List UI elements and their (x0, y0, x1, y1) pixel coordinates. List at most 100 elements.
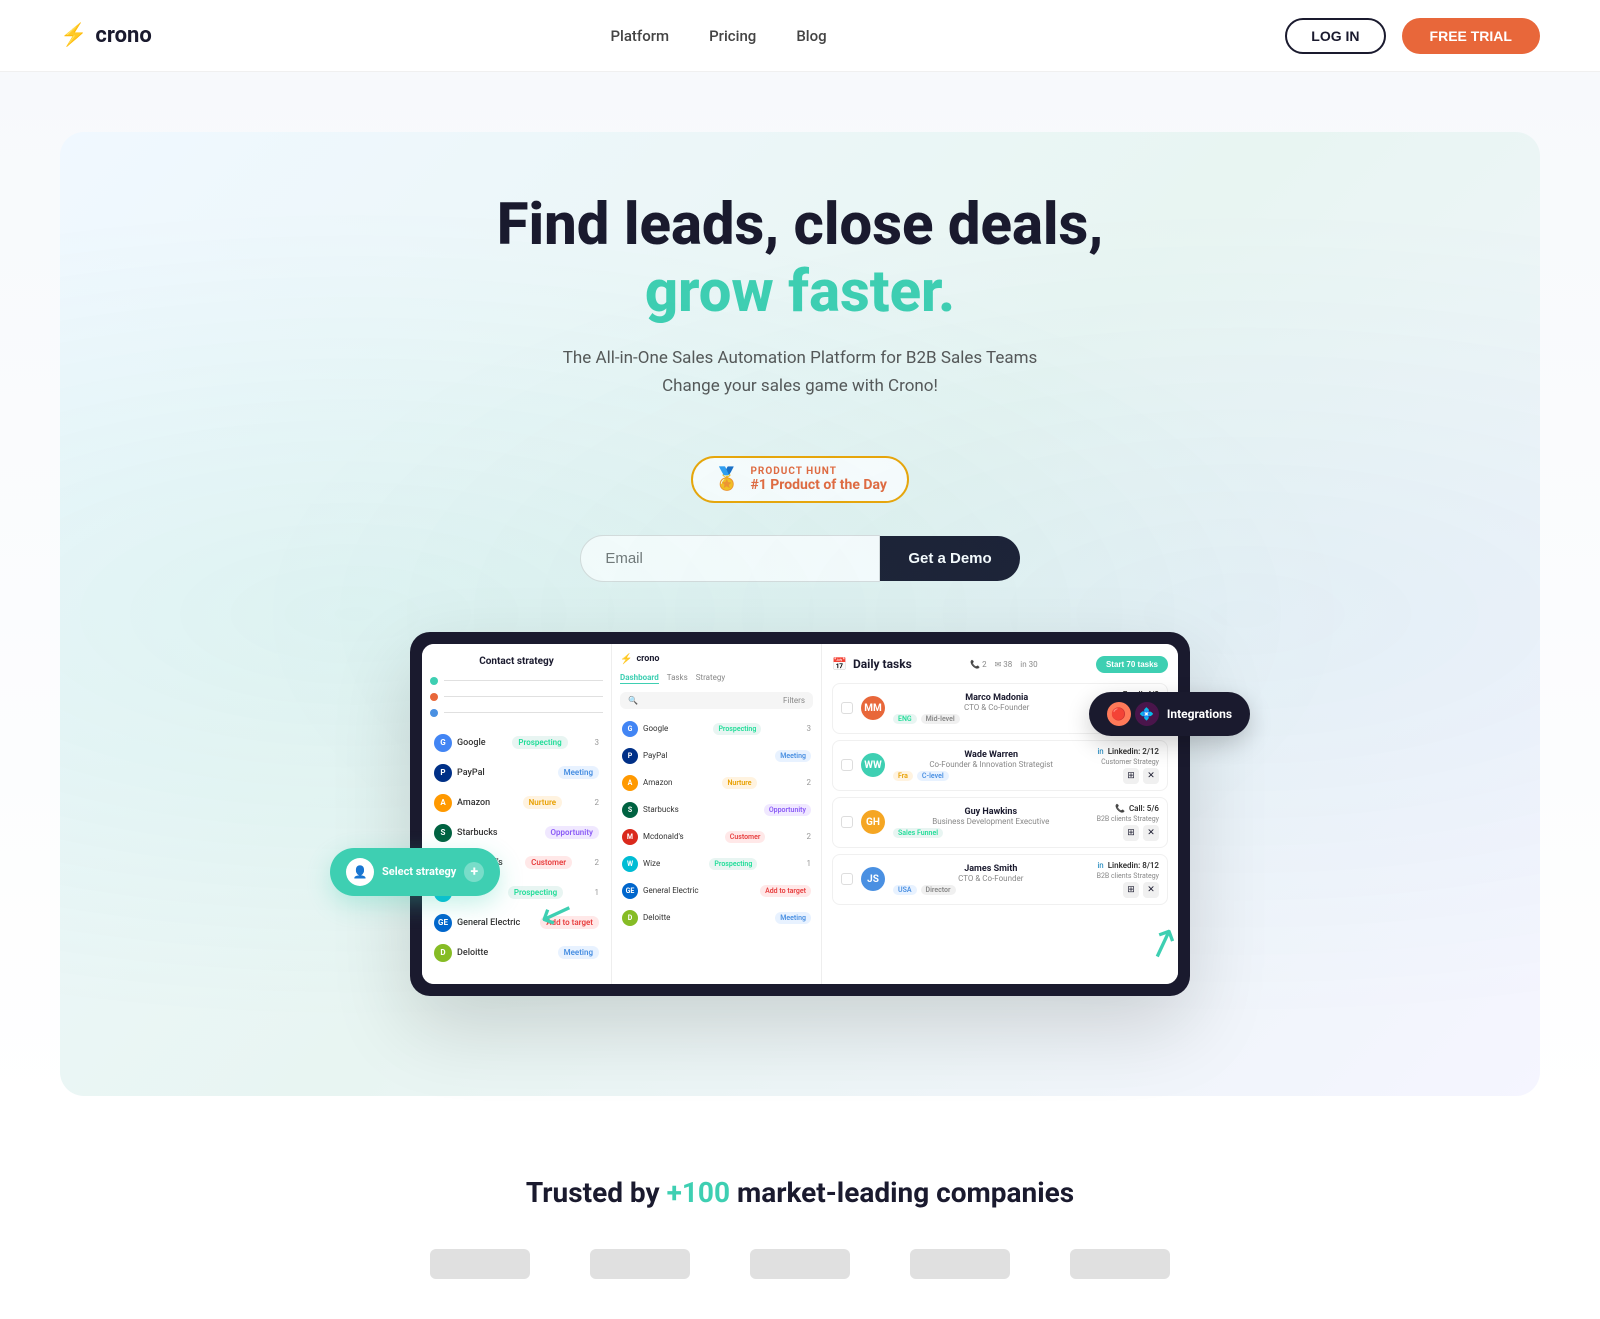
free-trial-button[interactable]: FREE TRIAL (1402, 18, 1540, 54)
medal-icon: 🏅 (713, 467, 740, 492)
list-item: SStarbucks Opportunity (620, 798, 813, 822)
device-screen: Contact strategy GGoogle Prospecting (422, 644, 1178, 984)
avatar: D (622, 910, 638, 926)
nav-link-platform[interactable]: Platform (610, 27, 669, 45)
task-checkbox[interactable] (841, 873, 853, 885)
hero-headline-part2: grow faster. (645, 258, 955, 326)
list-item: DDeloitte Meeting (430, 939, 603, 967)
strategy-label: Select strategy (382, 865, 456, 878)
trusted-section: Trusted by +100 market-leading companies (0, 1116, 1600, 1319)
nav-actions: LOG IN FREE TRIAL (1285, 18, 1540, 54)
task-row: GH Guy Hawkins Business Development Exec… (832, 797, 1168, 848)
hero-section: Find leads, close deals, grow faster. Th… (0, 72, 1600, 1116)
nav-links: Platform Pricing Blog (610, 27, 826, 45)
plus-icon: + (464, 862, 484, 882)
panel-left-title: Contact strategy (430, 656, 603, 667)
avatar: JS (861, 867, 885, 891)
avatar: M (622, 829, 638, 845)
task-checkbox[interactable] (841, 816, 853, 828)
trusted-logos (20, 1249, 1580, 1279)
list-item: PPayPal Meeting (620, 744, 813, 768)
avatar: GE (434, 914, 452, 932)
list-item: GEGeneral Electric Add to target (620, 879, 813, 903)
float-select-strategy: 👤 Select strategy + (330, 848, 500, 896)
integrations-label: Integrations (1167, 707, 1232, 721)
company-logo (590, 1249, 690, 1279)
nav-link-blog[interactable]: Blog (796, 27, 826, 45)
list-item: AAmazon Nurture 2 (620, 771, 813, 795)
avatar: WW (861, 753, 885, 777)
dot-1 (430, 677, 438, 685)
list-item: MMcdonald's Customer 2 (620, 825, 813, 849)
close-icon: ✕ (1143, 768, 1159, 784)
action-icon: ⊞ (1123, 882, 1139, 898)
mockup-section: 👤 Select strategy + 🔴 💠 Integrations ↙ ↗ (80, 632, 1520, 1056)
start-tasks-button[interactable]: Start 70 tasks (1096, 656, 1168, 673)
logo-text: crono (95, 23, 151, 48)
action-icon: ⊞ (1123, 825, 1139, 841)
logo[interactable]: ⚡ crono (60, 23, 152, 48)
avatar: G (434, 734, 452, 752)
list-item: PPayPal Meeting (430, 759, 603, 787)
panel-contact-strategy: Contact strategy GGoogle Prospecting (422, 644, 612, 984)
hubspot-icon: 🔴 (1107, 702, 1131, 726)
hero-subtext: The All-in-One Sales Automation Platform… (80, 345, 1520, 399)
company-logo (910, 1249, 1010, 1279)
float-integrations: 🔴 💠 Integrations (1089, 692, 1250, 736)
panel-dashboard: ⚡ crono Dashboard Tasks Strategy 🔍 (612, 644, 822, 984)
list-item: GGoogle Prospecting 3 (620, 717, 813, 741)
dashboard-header: ⚡ crono (620, 654, 813, 665)
strategy-dots (430, 677, 603, 717)
get-demo-button[interactable]: Get a Demo (880, 536, 1019, 581)
tasks-title: Daily tasks (853, 657, 912, 671)
avatar: MM (861, 696, 885, 720)
slack-icon: 💠 (1135, 702, 1159, 726)
close-icon: ✕ (1143, 825, 1159, 841)
integration-icons: 🔴 💠 (1107, 702, 1159, 726)
mid-company-list: GGoogle Prospecting 3 PPayPal Meeting AA… (620, 717, 813, 930)
list-item: SStarbucks Opportunity (430, 819, 603, 847)
avatar: D (434, 944, 452, 962)
avatar: G (622, 721, 638, 737)
strategy-avatar: 👤 (346, 858, 374, 886)
close-icon: ✕ (1143, 882, 1159, 898)
login-button[interactable]: LOG IN (1285, 18, 1385, 54)
tasks-stats: 📞 2 ✉ 38 in 30 (970, 660, 1037, 669)
avatar: S (622, 802, 638, 818)
hero-background: Find leads, close deals, grow faster. Th… (60, 132, 1540, 1096)
ph-title: #1 Product of the Day (750, 477, 886, 493)
avatar: GE (622, 883, 638, 899)
action-icon: ⊞ (1123, 768, 1139, 784)
task-row: WW Wade Warren Co-Founder & Innovation S… (832, 740, 1168, 791)
avatar: P (622, 748, 638, 764)
dot-2 (430, 693, 438, 701)
list-item: GEGeneral Electric Add to target (430, 909, 603, 937)
tasks-header: 📅 Daily tasks 📞 2 ✉ 38 in 30 Start 70 ta… (832, 656, 1168, 673)
device-frame: Contact strategy GGoogle Prospecting (410, 632, 1190, 996)
list-item: DDeloitte Meeting (620, 906, 813, 930)
task-row: JS James Smith CTO & Co-Founder USA Dire… (832, 854, 1168, 905)
mockup-wrapper: 👤 Select strategy + 🔴 💠 Integrations ↙ ↗ (410, 632, 1190, 996)
company-logo (750, 1249, 850, 1279)
dot-3 (430, 709, 438, 717)
search-bar: 🔍 Filters (620, 692, 813, 709)
avatar: S (434, 824, 452, 842)
list-item: AAmazon Nurture 2 (430, 789, 603, 817)
avatar: W (622, 856, 638, 872)
logo-icon: ⚡ (60, 23, 87, 48)
task-checkbox[interactable] (841, 702, 853, 714)
product-hunt-badge: 🏅 PRODUCT HUNT #1 Product of the Day (691, 456, 909, 503)
avatar: A (622, 775, 638, 791)
company-logo (430, 1249, 530, 1279)
navbar: ⚡ crono Platform Pricing Blog LOG IN FRE… (0, 0, 1600, 72)
task-checkbox[interactable] (841, 759, 853, 771)
dashboard-tabs: Dashboard Tasks Strategy (620, 673, 813, 684)
email-input[interactable] (580, 535, 880, 582)
list-item: GGoogle Prospecting 3 (430, 729, 603, 757)
list-item: WWize Prospecting 1 (620, 852, 813, 876)
nav-link-pricing[interactable]: Pricing (709, 27, 756, 45)
avatar: GH (861, 810, 885, 834)
ph-label: PRODUCT HUNT (750, 466, 886, 477)
trusted-title: Trusted by +100 market-leading companies (20, 1176, 1580, 1209)
company-logo (1070, 1249, 1170, 1279)
